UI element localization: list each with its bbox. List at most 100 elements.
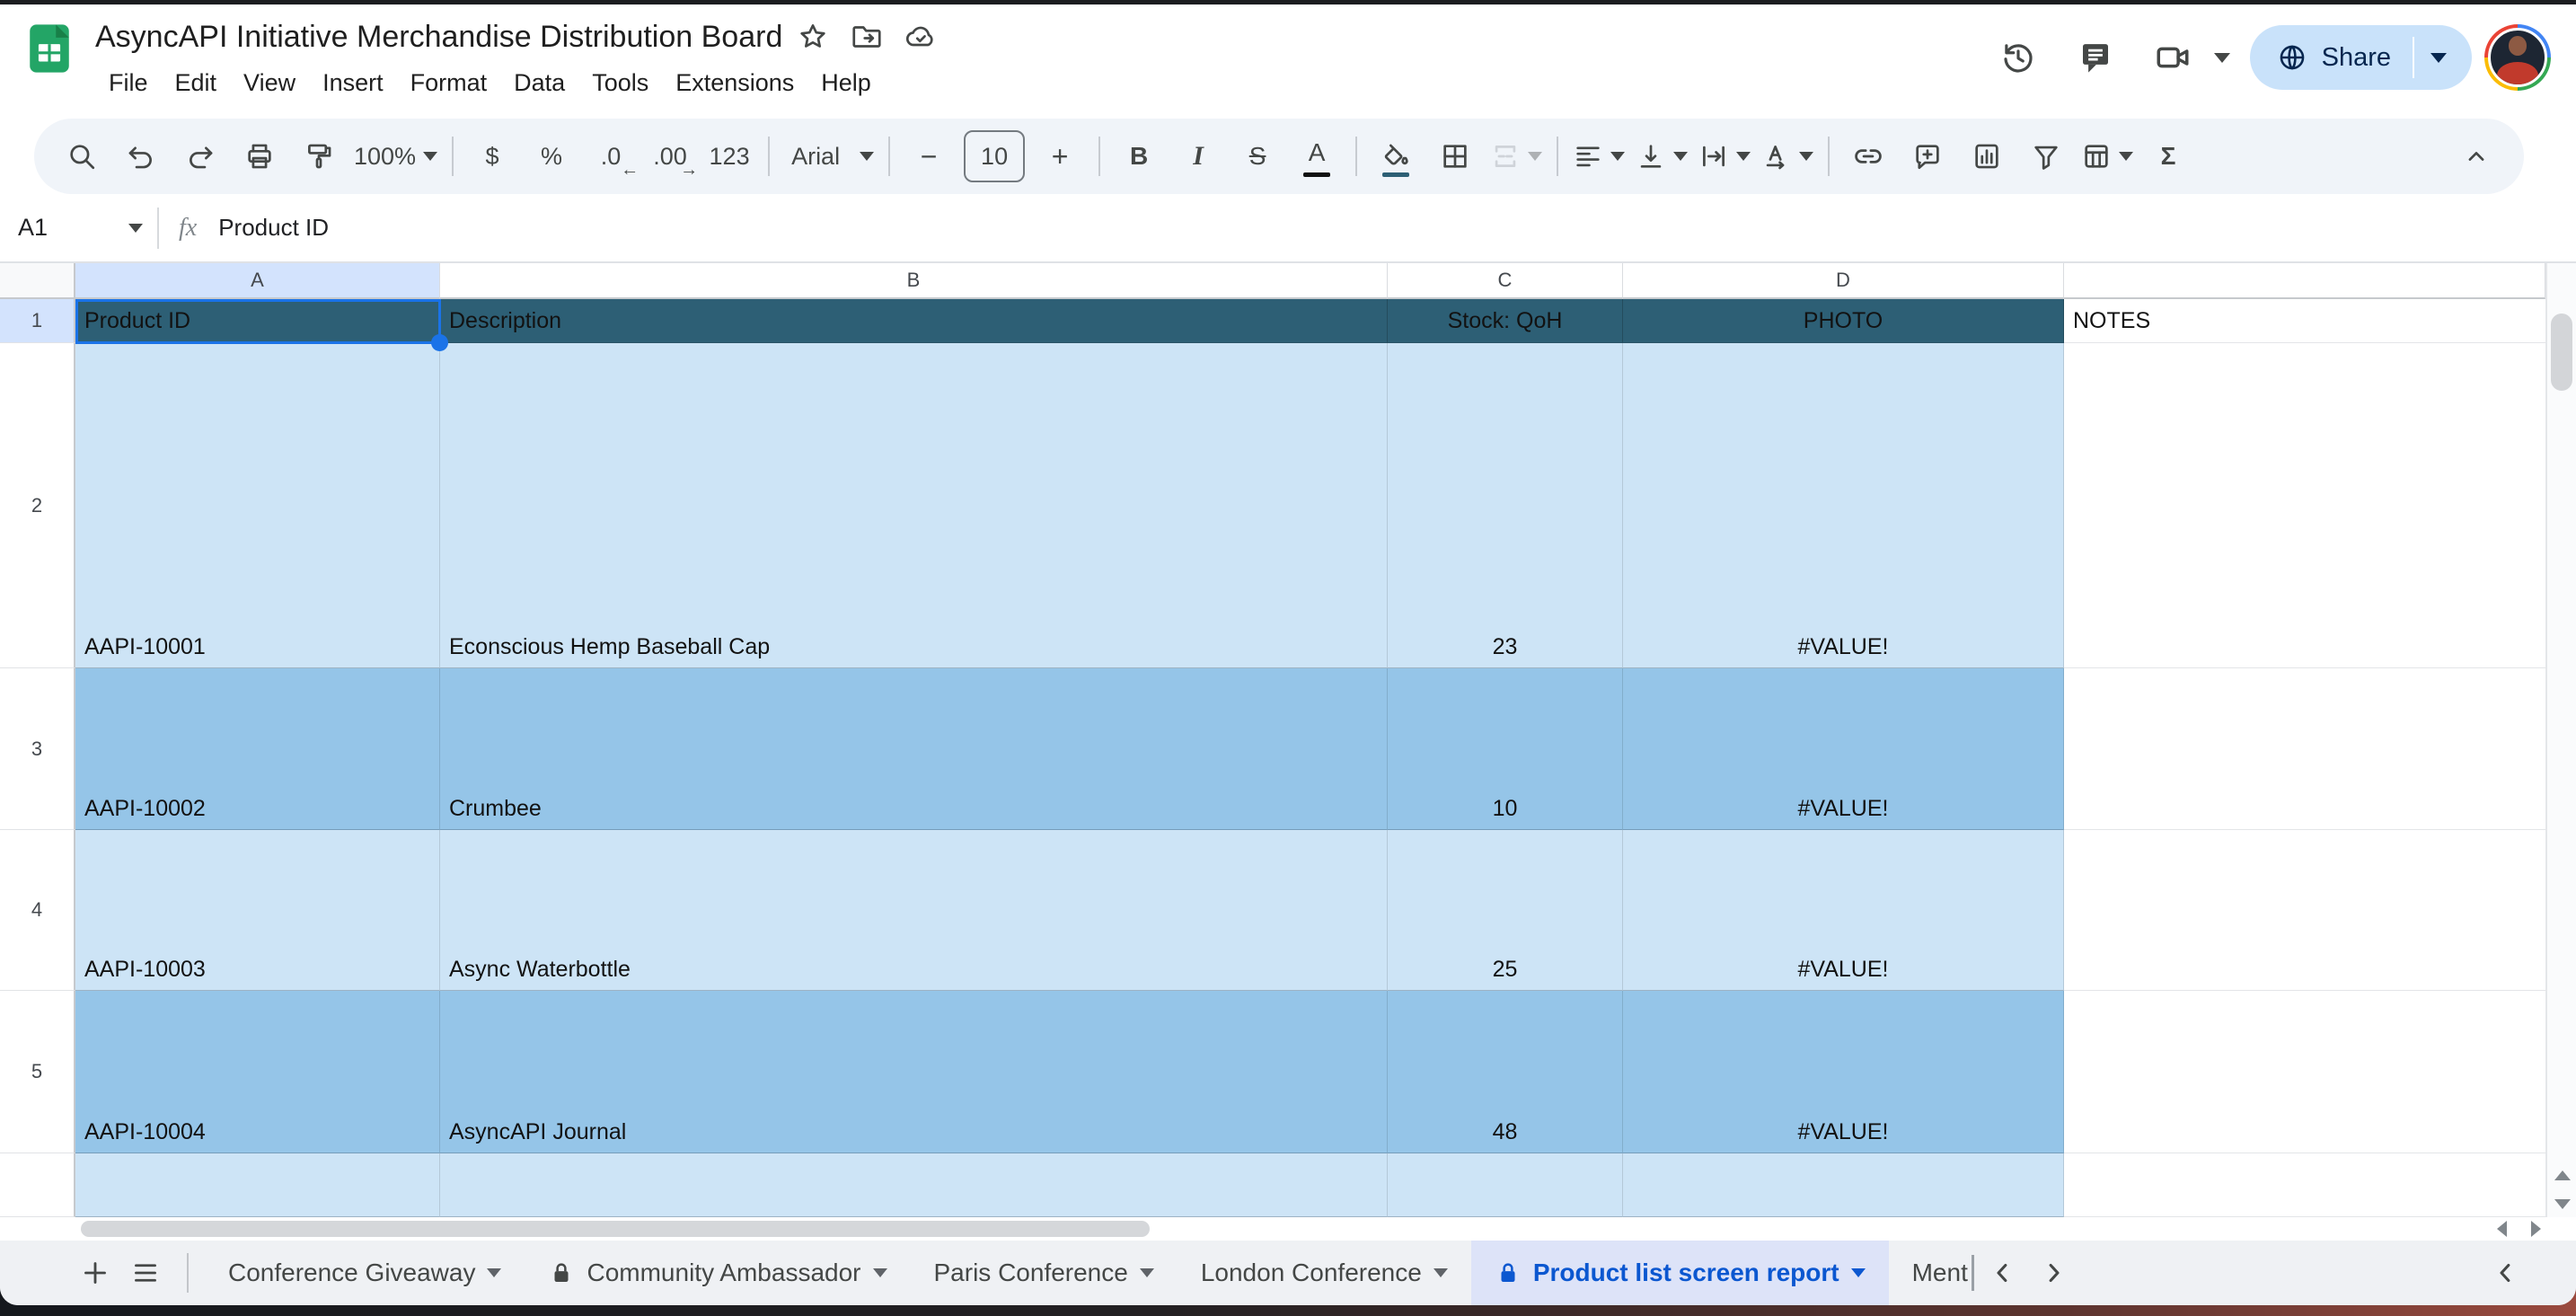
cell-C5[interactable]: 48 bbox=[1388, 991, 1623, 1153]
text-color-button[interactable]: A bbox=[1287, 130, 1346, 182]
cell-A6[interactable] bbox=[75, 1153, 440, 1217]
menu-data[interactable]: Data bbox=[500, 62, 578, 104]
text-rotation-icon[interactable] bbox=[1756, 130, 1819, 182]
dropdown-arrow-icon[interactable] bbox=[1799, 152, 1814, 161]
dropdown-arrow-icon[interactable] bbox=[1528, 152, 1543, 161]
cell-C1[interactable]: Stock: QoH bbox=[1388, 299, 1623, 343]
sheet-tab-conference-giveaway[interactable]: Conference Giveaway bbox=[205, 1241, 525, 1305]
functions-button[interactable]: Σ bbox=[2139, 130, 2198, 182]
decrease-font-size-button[interactable]: − bbox=[899, 130, 958, 182]
move-to-folder-icon[interactable] bbox=[843, 13, 890, 60]
sheet-tab-product-list-screen-report[interactable]: Product list screen report bbox=[1470, 1241, 1889, 1305]
horizontal-scrollbar[interactable] bbox=[0, 1217, 2576, 1241]
dropdown-arrow-icon[interactable] bbox=[1673, 152, 1689, 161]
hide-toolbar-icon[interactable] bbox=[2447, 130, 2506, 182]
row-header-partial[interactable] bbox=[0, 1153, 75, 1217]
name-box-dropdown-icon[interactable] bbox=[128, 223, 143, 233]
cell-D5[interactable]: #VALUE! bbox=[1623, 991, 2064, 1153]
menu-edit[interactable]: Edit bbox=[162, 62, 231, 104]
cell-C3[interactable]: 10 bbox=[1388, 668, 1623, 830]
zoom-select[interactable]: 100% bbox=[348, 130, 443, 182]
print-icon[interactable] bbox=[230, 130, 289, 182]
cell-B3[interactable]: Crumbee bbox=[440, 668, 1388, 830]
font-size-input[interactable]: 10 bbox=[958, 130, 1030, 182]
dropdown-arrow-icon[interactable] bbox=[1736, 152, 1751, 161]
scroll-left-icon[interactable] bbox=[2486, 1217, 2517, 1241]
cell-B4[interactable]: Async Waterbottle bbox=[440, 830, 1388, 991]
format-currency-button[interactable]: $ bbox=[463, 130, 522, 182]
menu-tools[interactable]: Tools bbox=[578, 62, 662, 104]
fill-color-icon[interactable] bbox=[1366, 130, 1425, 182]
tabs-scroll-right-icon[interactable] bbox=[2028, 1248, 2078, 1298]
select-all-corner[interactable] bbox=[0, 263, 75, 299]
cell-B2[interactable]: Econscious Hemp Baseball Cap bbox=[440, 343, 1388, 668]
menu-help[interactable]: Help bbox=[807, 62, 885, 104]
all-sheets-button[interactable] bbox=[120, 1248, 171, 1298]
redo-icon[interactable] bbox=[171, 130, 230, 182]
sheet-tab-ment[interactable]: Ment bbox=[1889, 1241, 1972, 1305]
cell-C2[interactable]: 23 bbox=[1388, 343, 1623, 668]
comments-icon[interactable] bbox=[2063, 25, 2128, 90]
cell-A4[interactable]: AAPI-10003 bbox=[75, 830, 440, 991]
cell-D6[interactable] bbox=[1623, 1153, 2064, 1217]
column-header-A[interactable]: A bbox=[75, 263, 440, 299]
sheet-tab-london-conference[interactable]: London Conference bbox=[1178, 1241, 1471, 1305]
scroll-right-icon[interactable] bbox=[2520, 1217, 2551, 1241]
video-call-icon[interactable] bbox=[2140, 25, 2205, 90]
cell-D3[interactable]: #VALUE! bbox=[1623, 668, 2064, 830]
row-header-3[interactable]: 3 bbox=[0, 668, 75, 830]
formula-bar-content[interactable]: Product ID bbox=[218, 214, 329, 242]
user-avatar[interactable] bbox=[2484, 24, 2551, 91]
font-select[interactable]: Arial bbox=[779, 130, 879, 182]
vertical-align-icon[interactable] bbox=[1630, 130, 1693, 182]
cell-C6[interactable] bbox=[1388, 1153, 1623, 1217]
increase-decimal-button[interactable]: .00 → bbox=[640, 130, 700, 182]
side-panel-toggle-icon[interactable] bbox=[2481, 1248, 2531, 1298]
decrease-decimal-button[interactable]: .0 ← bbox=[581, 130, 640, 182]
cell-E2[interactable] bbox=[2064, 343, 2545, 668]
menu-insert[interactable]: Insert bbox=[309, 62, 397, 104]
cell-A2[interactable]: AAPI-10001 bbox=[75, 343, 440, 668]
menu-extensions[interactable]: Extensions bbox=[662, 62, 807, 104]
scroll-down-icon[interactable] bbox=[2547, 1190, 2576, 1217]
share-button[interactable]: Share bbox=[2249, 25, 2472, 90]
bold-button[interactable]: B bbox=[1109, 130, 1169, 182]
create-filter-icon[interactable] bbox=[2016, 130, 2076, 182]
italic-button[interactable]: I bbox=[1169, 130, 1228, 182]
menu-format[interactable]: Format bbox=[397, 62, 501, 104]
undo-icon[interactable] bbox=[111, 130, 171, 182]
cell-D1[interactable]: PHOTO bbox=[1623, 299, 2064, 343]
star-icon[interactable] bbox=[790, 13, 836, 60]
dropdown-arrow-icon[interactable] bbox=[423, 152, 438, 161]
table-views-icon[interactable] bbox=[2076, 130, 2139, 182]
sheet-tab-dropdown-icon[interactable] bbox=[1139, 1268, 1154, 1277]
column-header-E[interactable] bbox=[2064, 263, 2545, 299]
horizontal-align-icon[interactable] bbox=[1567, 130, 1630, 182]
name-box[interactable]: A1 bbox=[0, 214, 157, 242]
version-history-icon[interactable] bbox=[1986, 25, 2051, 90]
sheet-tab-dropdown-icon[interactable] bbox=[1433, 1268, 1448, 1277]
cell-D2[interactable]: #VALUE! bbox=[1623, 343, 2064, 668]
strikethrough-button[interactable]: S bbox=[1228, 130, 1287, 182]
cell-A1[interactable]: Product ID bbox=[75, 299, 440, 343]
dropdown-arrow-icon[interactable] bbox=[1610, 152, 1626, 161]
cell-B1[interactable]: Description bbox=[440, 299, 1388, 343]
sheet-tab-paris-conference[interactable]: Paris Conference bbox=[911, 1241, 1178, 1305]
cell-B6[interactable] bbox=[440, 1153, 1388, 1217]
font-size-value[interactable]: 10 bbox=[964, 130, 1026, 182]
more-formats-button[interactable]: 123 bbox=[700, 130, 759, 182]
vertical-scrollbar[interactable] bbox=[2545, 263, 2576, 1217]
vertical-scrollbar-thumb[interactable] bbox=[2551, 314, 2572, 391]
format-percent-button[interactable]: % bbox=[522, 130, 581, 182]
cell-A3[interactable]: AAPI-10002 bbox=[75, 668, 440, 830]
scroll-up-icon[interactable] bbox=[2547, 1161, 2576, 1188]
sheet-tab-dropdown-icon[interactable] bbox=[487, 1268, 502, 1277]
increase-font-size-button[interactable]: + bbox=[1030, 130, 1090, 182]
dropdown-arrow-icon[interactable] bbox=[860, 152, 875, 161]
cell-E5[interactable] bbox=[2064, 991, 2545, 1153]
horizontal-scrollbar-thumb[interactable] bbox=[81, 1221, 1150, 1237]
menu-view[interactable]: View bbox=[230, 62, 309, 104]
tabs-scroll-left-icon[interactable] bbox=[1978, 1248, 2028, 1298]
cell-C4[interactable]: 25 bbox=[1388, 830, 1623, 991]
column-header-D[interactable]: D bbox=[1623, 263, 2064, 299]
